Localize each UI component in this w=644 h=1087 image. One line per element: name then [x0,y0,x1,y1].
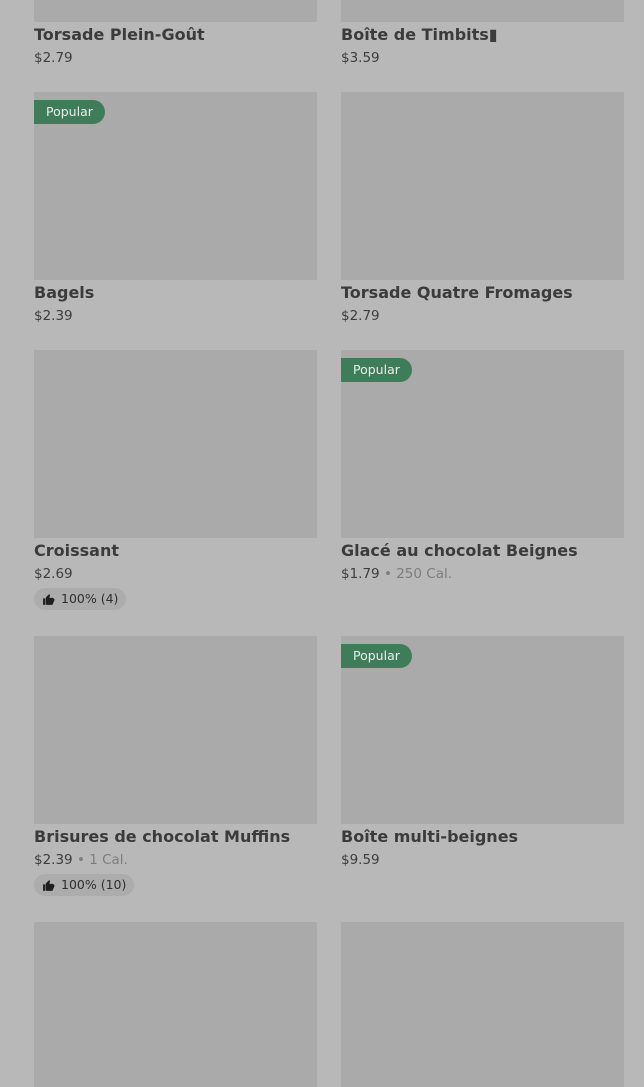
popular-badge: Popular [341,644,412,668]
item-price: $2.79 [341,308,380,324]
item-image[interactable] [34,922,317,1087]
item-name: Glacé au chocolat Beignes [341,541,578,560]
menu-item-grid: Torsade Plein-Goût $2.79 Boîte de Timbit… [0,0,644,1087]
menu-item-card[interactable]: Popular Bagels $2.39 [34,92,317,332]
popular-badge: Popular [341,358,412,382]
menu-item-card[interactable]: Boîte de Timbits▮ $3.59 [341,0,624,70]
item-name: Boîte de Timbits▮ [341,25,498,44]
popular-badge: Popular [34,100,105,124]
item-image[interactable] [341,92,624,280]
item-name: Bagels [34,283,95,302]
menu-item-card[interactable] [34,922,317,1087]
item-meta: $9.59 [341,851,380,869]
rating-badge: 100% (4) [34,588,127,610]
item-price: $2.39 [34,852,73,868]
thumbs-up-icon [43,879,55,891]
item-meta: $2.69 [34,565,73,583]
menu-item-card[interactable]: Torsade Quatre Fromages $2.79 [341,92,624,332]
item-meta: $2.79 [341,307,380,325]
meta-separator: • [383,566,392,582]
item-image[interactable] [341,922,624,1087]
item-image[interactable] [34,0,317,22]
item-meta: $2.39 • 1 Cal. [34,851,128,869]
item-name: Brisures de chocolat Muffins [34,827,291,846]
menu-item-card[interactable]: Torsade Plein-Goût $2.79 [34,0,317,70]
item-meta: $3.59 [341,49,380,67]
rating-text: 100% (10) [61,877,127,892]
item-image[interactable] [34,636,317,824]
item-price: $2.69 [34,566,73,582]
item-meta: $2.39 [34,307,73,325]
thumbs-up-icon [43,593,55,605]
menu-item-card[interactable]: Popular Boîte multi-beignes $9.59 [341,636,624,876]
item-price: $1.79 [341,566,380,582]
item-calories: 250 Cal. [396,566,453,582]
item-price: $9.59 [341,852,380,868]
item-name: Boîte multi-beignes [341,827,519,846]
item-meta: $2.79 [34,49,73,67]
menu-item-card[interactable]: Popular Glacé au chocolat Beignes $1.79 … [341,350,624,590]
item-name: Torsade Plein-Goût [34,25,205,44]
item-price: $3.59 [341,50,380,66]
meta-separator: • [76,852,85,868]
rating-badge: 100% (10) [34,874,135,896]
rating-text: 100% (4) [61,591,119,606]
item-meta: $1.79 • 250 Cal. [341,565,452,583]
item-name: Croissant [34,541,119,560]
menu-item-card[interactable] [341,922,624,1087]
menu-item-card[interactable]: Brisures de chocolat Muffins $2.39 • 1 C… [34,636,317,901]
item-name: Torsade Quatre Fromages [341,283,573,302]
item-price: $2.39 [34,308,73,324]
item-image[interactable] [341,0,624,22]
menu-item-card[interactable]: Croissant $2.69 100% (4) [34,350,317,615]
item-calories: 1 Cal. [89,852,128,868]
item-price: $2.79 [34,50,73,66]
item-image[interactable] [34,350,317,538]
